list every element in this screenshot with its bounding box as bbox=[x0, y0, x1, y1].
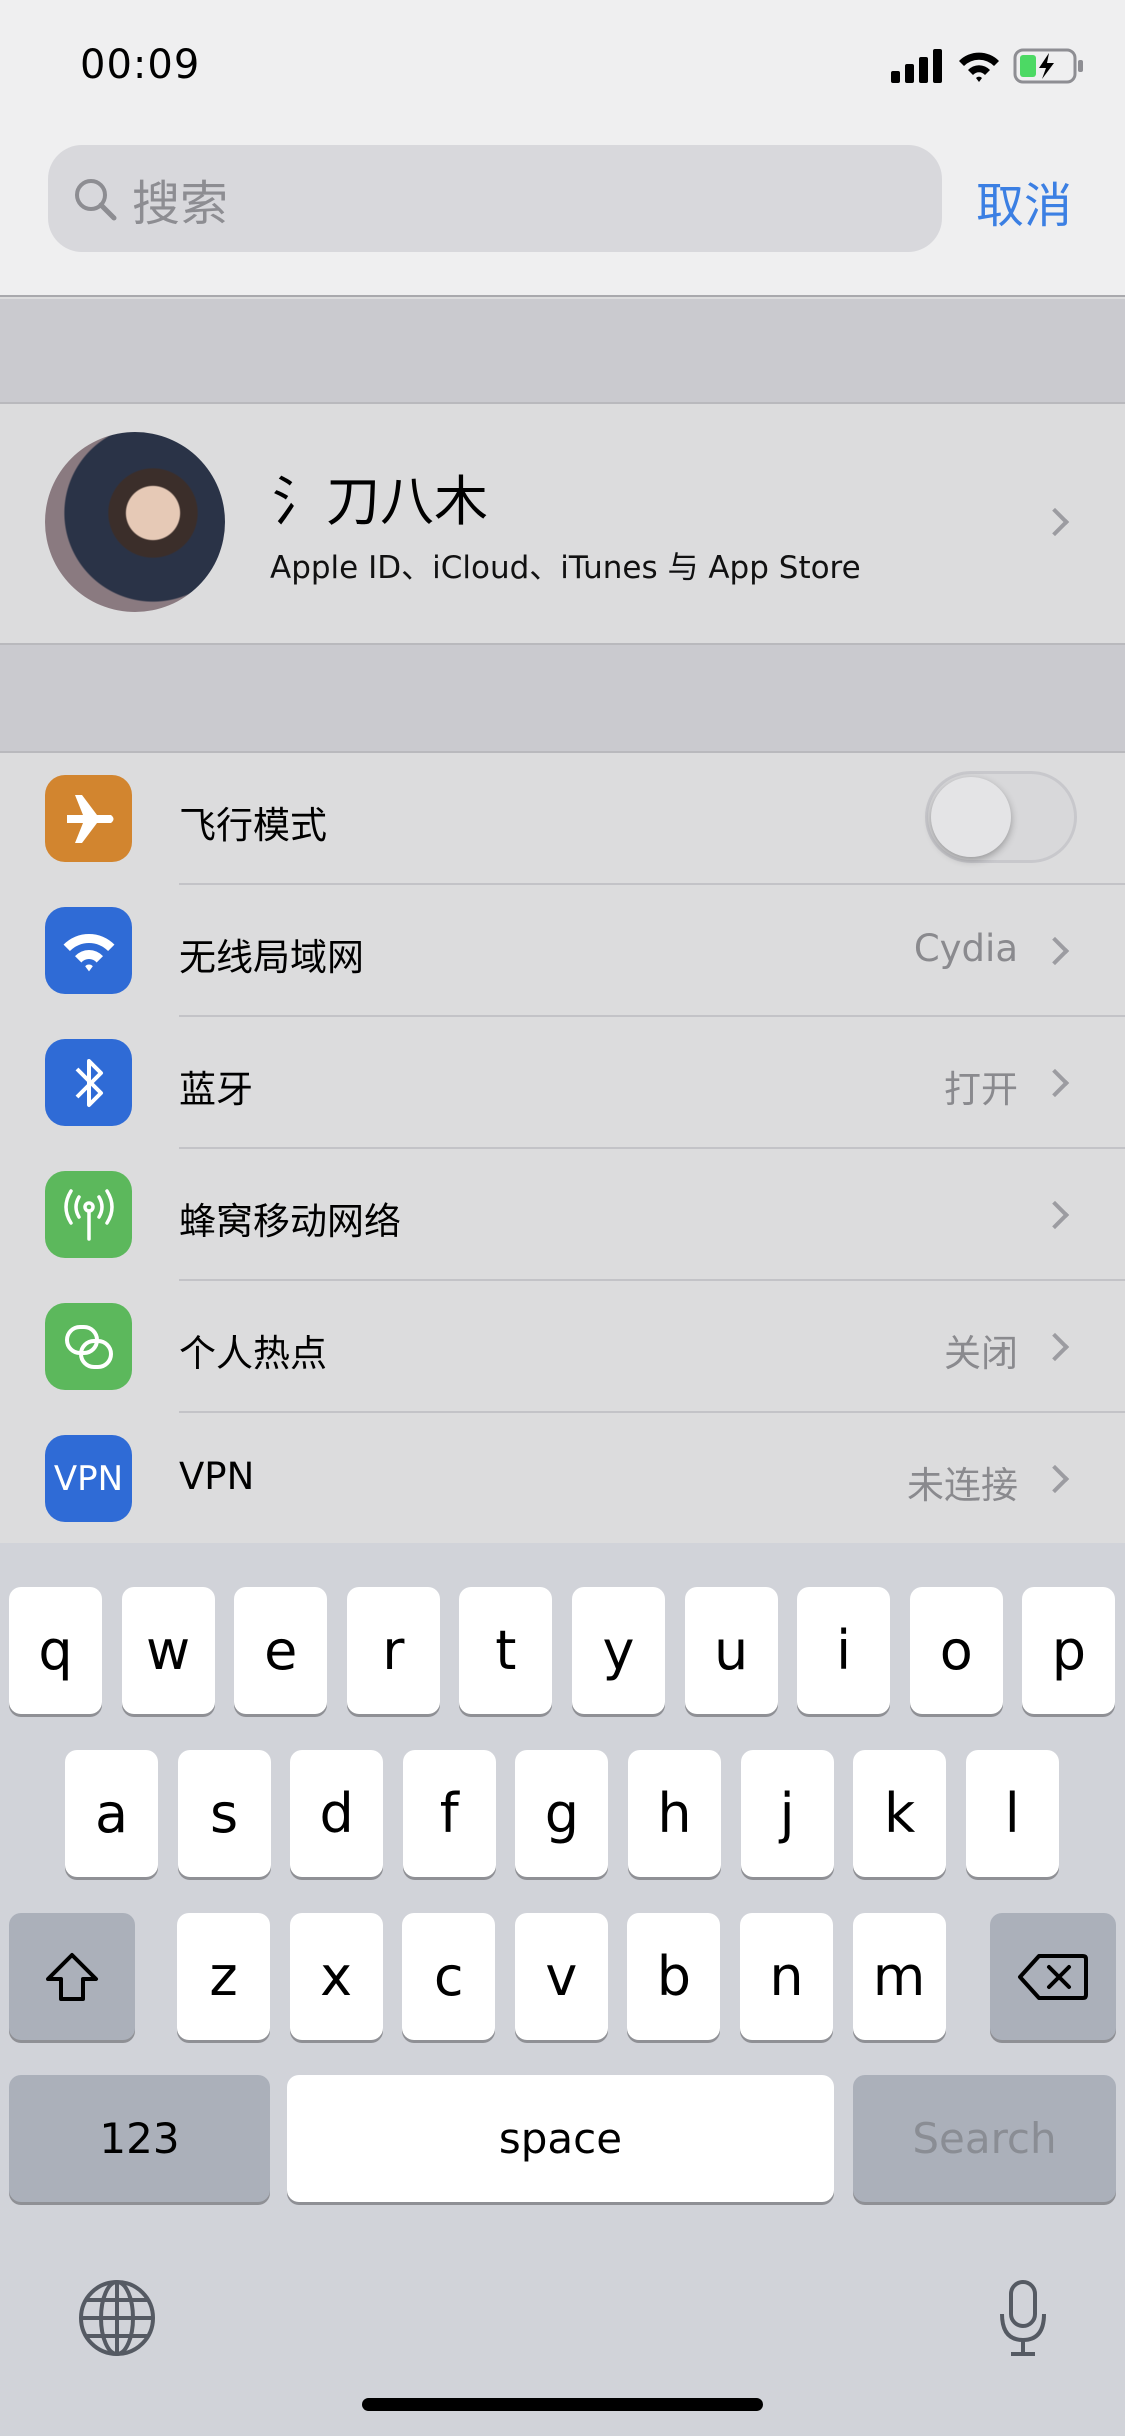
row-value: 关闭 bbox=[944, 1332, 1018, 1375]
profile-name: 氵刀八木 bbox=[272, 470, 488, 533]
key-k[interactable]: k bbox=[853, 1750, 947, 1877]
apple-id-row[interactable]: 氵刀八木 Apple ID、iCloud、iTunes 与 App Store bbox=[0, 402, 1125, 645]
antenna-icon bbox=[45, 1171, 132, 1258]
row-value: Cydia bbox=[913, 927, 1018, 970]
row-label: VPN bbox=[179, 1455, 255, 1498]
chevron-right-icon bbox=[1040, 507, 1070, 537]
profile-subtitle: Apple ID、iCloud、iTunes 与 App Store bbox=[270, 550, 861, 586]
key-v[interactable]: v bbox=[514, 1913, 608, 2040]
key-w[interactable]: w bbox=[121, 1587, 215, 1714]
settings-row-cellular[interactable]: 蜂窝移动网络 bbox=[0, 1149, 1125, 1281]
search-header: 00:09 搜索 取消 bbox=[0, 0, 1125, 297]
key-q[interactable]: q bbox=[9, 1587, 102, 1714]
key-f[interactable]: f bbox=[402, 1750, 496, 1877]
avatar bbox=[45, 432, 225, 612]
key-o[interactable]: o bbox=[909, 1587, 1003, 1714]
home-indicator[interactable] bbox=[362, 2398, 763, 2411]
shift-icon bbox=[46, 1952, 98, 2001]
row-label: 无线局域网 bbox=[179, 936, 364, 979]
key-i[interactable]: i bbox=[797, 1587, 891, 1714]
chevron-right-icon bbox=[1040, 1332, 1070, 1362]
key-t[interactable]: t bbox=[459, 1587, 553, 1714]
row-label: 个人热点 bbox=[179, 1332, 327, 1375]
settings-list: 飞行模式 无线局域网 Cydia 蓝牙 打开 蜂窝移动网络 个人热点 关闭 VP… bbox=[0, 751, 1125, 1545]
cancel-button[interactable]: 取消 bbox=[976, 166, 1072, 236]
battery-charging-icon bbox=[1013, 48, 1083, 84]
globe-icon[interactable] bbox=[77, 2278, 157, 2358]
airplane-mode-toggle[interactable] bbox=[925, 771, 1077, 863]
bluetooth-icon bbox=[45, 1039, 132, 1126]
row-label: 飞行模式 bbox=[179, 804, 327, 847]
search-placeholder: 搜索 bbox=[132, 175, 229, 232]
chevron-right-icon bbox=[1040, 1464, 1070, 1494]
key-b[interactable]: b bbox=[627, 1913, 721, 2040]
signal-icon bbox=[891, 49, 942, 83]
chevron-right-icon bbox=[1040, 1068, 1070, 1098]
key-d[interactable]: d bbox=[290, 1750, 384, 1877]
key-a[interactable]: a bbox=[65, 1750, 158, 1877]
key-x[interactable]: x bbox=[289, 1913, 383, 2040]
airplane-icon bbox=[45, 775, 132, 862]
key-c[interactable]: c bbox=[402, 1913, 496, 2040]
chevron-right-icon bbox=[1040, 1200, 1070, 1230]
hotspot-icon bbox=[45, 1303, 132, 1390]
microphone-icon[interactable] bbox=[998, 2278, 1048, 2358]
key-g[interactable]: g bbox=[515, 1750, 609, 1877]
space-key[interactable]: space bbox=[287, 2075, 834, 2202]
numbers-key[interactable]: 123 bbox=[9, 2075, 270, 2202]
row-label: 蜂窝移动网络 bbox=[179, 1200, 401, 1243]
delete-icon bbox=[1018, 1953, 1088, 2000]
row-label: 蓝牙 bbox=[179, 1068, 253, 1111]
delete-key[interactable] bbox=[990, 1913, 1116, 2040]
chevron-right-icon bbox=[1040, 936, 1070, 966]
key-z[interactable]: z bbox=[177, 1913, 270, 2040]
key-s[interactable]: s bbox=[177, 1750, 271, 1877]
key-u[interactable]: u bbox=[684, 1587, 778, 1714]
vpn-icon: VPN bbox=[45, 1435, 132, 1522]
settings-row-airplane[interactable]: 飞行模式 bbox=[0, 753, 1125, 885]
key-l[interactable]: l bbox=[965, 1750, 1059, 1877]
section-spacer bbox=[0, 299, 1125, 402]
key-m[interactable]: m bbox=[852, 1913, 946, 2040]
settings-row-hotspot[interactable]: 个人热点 关闭 bbox=[0, 1281, 1125, 1413]
wifi-icon bbox=[959, 52, 999, 82]
key-e[interactable]: e bbox=[234, 1587, 328, 1714]
section-spacer bbox=[0, 645, 1125, 751]
status-time: 00:09 bbox=[80, 42, 201, 88]
row-value: 打开 bbox=[944, 1068, 1018, 1111]
key-y[interactable]: y bbox=[572, 1587, 665, 1714]
search-key[interactable]: Search bbox=[853, 2075, 1116, 2202]
settings-row-wifi[interactable]: 无线局域网 Cydia bbox=[0, 885, 1125, 1017]
shift-key[interactable] bbox=[9, 1913, 135, 2040]
key-p[interactable]: p bbox=[1022, 1587, 1116, 1714]
wifi-icon bbox=[45, 907, 132, 994]
key-n[interactable]: n bbox=[740, 1913, 833, 2040]
key-r[interactable]: r bbox=[346, 1587, 440, 1714]
row-value: 未连接 bbox=[907, 1464, 1018, 1507]
keyboard: qwertyuiop asdfghjkl zxcvbnm 123 space Sea… bbox=[0, 1543, 1125, 2436]
key-j[interactable]: j bbox=[740, 1750, 834, 1877]
key-h[interactable]: h bbox=[628, 1750, 721, 1877]
settings-row-bluetooth[interactable]: 蓝牙 打开 bbox=[0, 1017, 1125, 1149]
settings-row-vpn[interactable]: VPN VPN 未连接 bbox=[0, 1413, 1125, 1545]
search-input[interactable]: 搜索 bbox=[48, 145, 942, 252]
status-icons bbox=[891, 48, 1085, 84]
search-icon bbox=[75, 178, 117, 220]
